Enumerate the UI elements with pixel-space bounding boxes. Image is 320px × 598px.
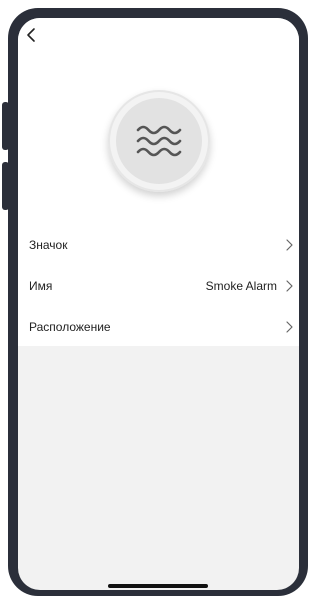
settings-row-label: Имя (29, 279, 53, 293)
chevron-right-icon (286, 321, 293, 333)
waves-icon (136, 125, 182, 157)
settings-row-label: Расположение (29, 320, 111, 334)
home-indicator[interactable] (108, 584, 208, 588)
device-icon-face (116, 98, 202, 184)
device-icon-button[interactable] (108, 90, 210, 192)
settings-panel: Значок Имя Smoke Alarm Расположение (18, 18, 299, 346)
side-button-volume-up (2, 102, 9, 150)
side-button-volume-down (2, 162, 9, 210)
chevron-left-icon (27, 28, 35, 42)
chevron-right-icon (286, 280, 293, 292)
back-button[interactable] (24, 26, 40, 44)
settings-row-icon[interactable]: Значок (18, 225, 299, 265)
screen: Значок Имя Smoke Alarm Расположение (18, 18, 299, 590)
settings-row-label: Значок (29, 238, 68, 252)
settings-row-name[interactable]: Имя Smoke Alarm (18, 266, 299, 306)
settings-row-value: Smoke Alarm (205, 279, 277, 293)
chevron-right-icon (286, 239, 293, 251)
settings-row-location[interactable]: Расположение (18, 307, 299, 347)
